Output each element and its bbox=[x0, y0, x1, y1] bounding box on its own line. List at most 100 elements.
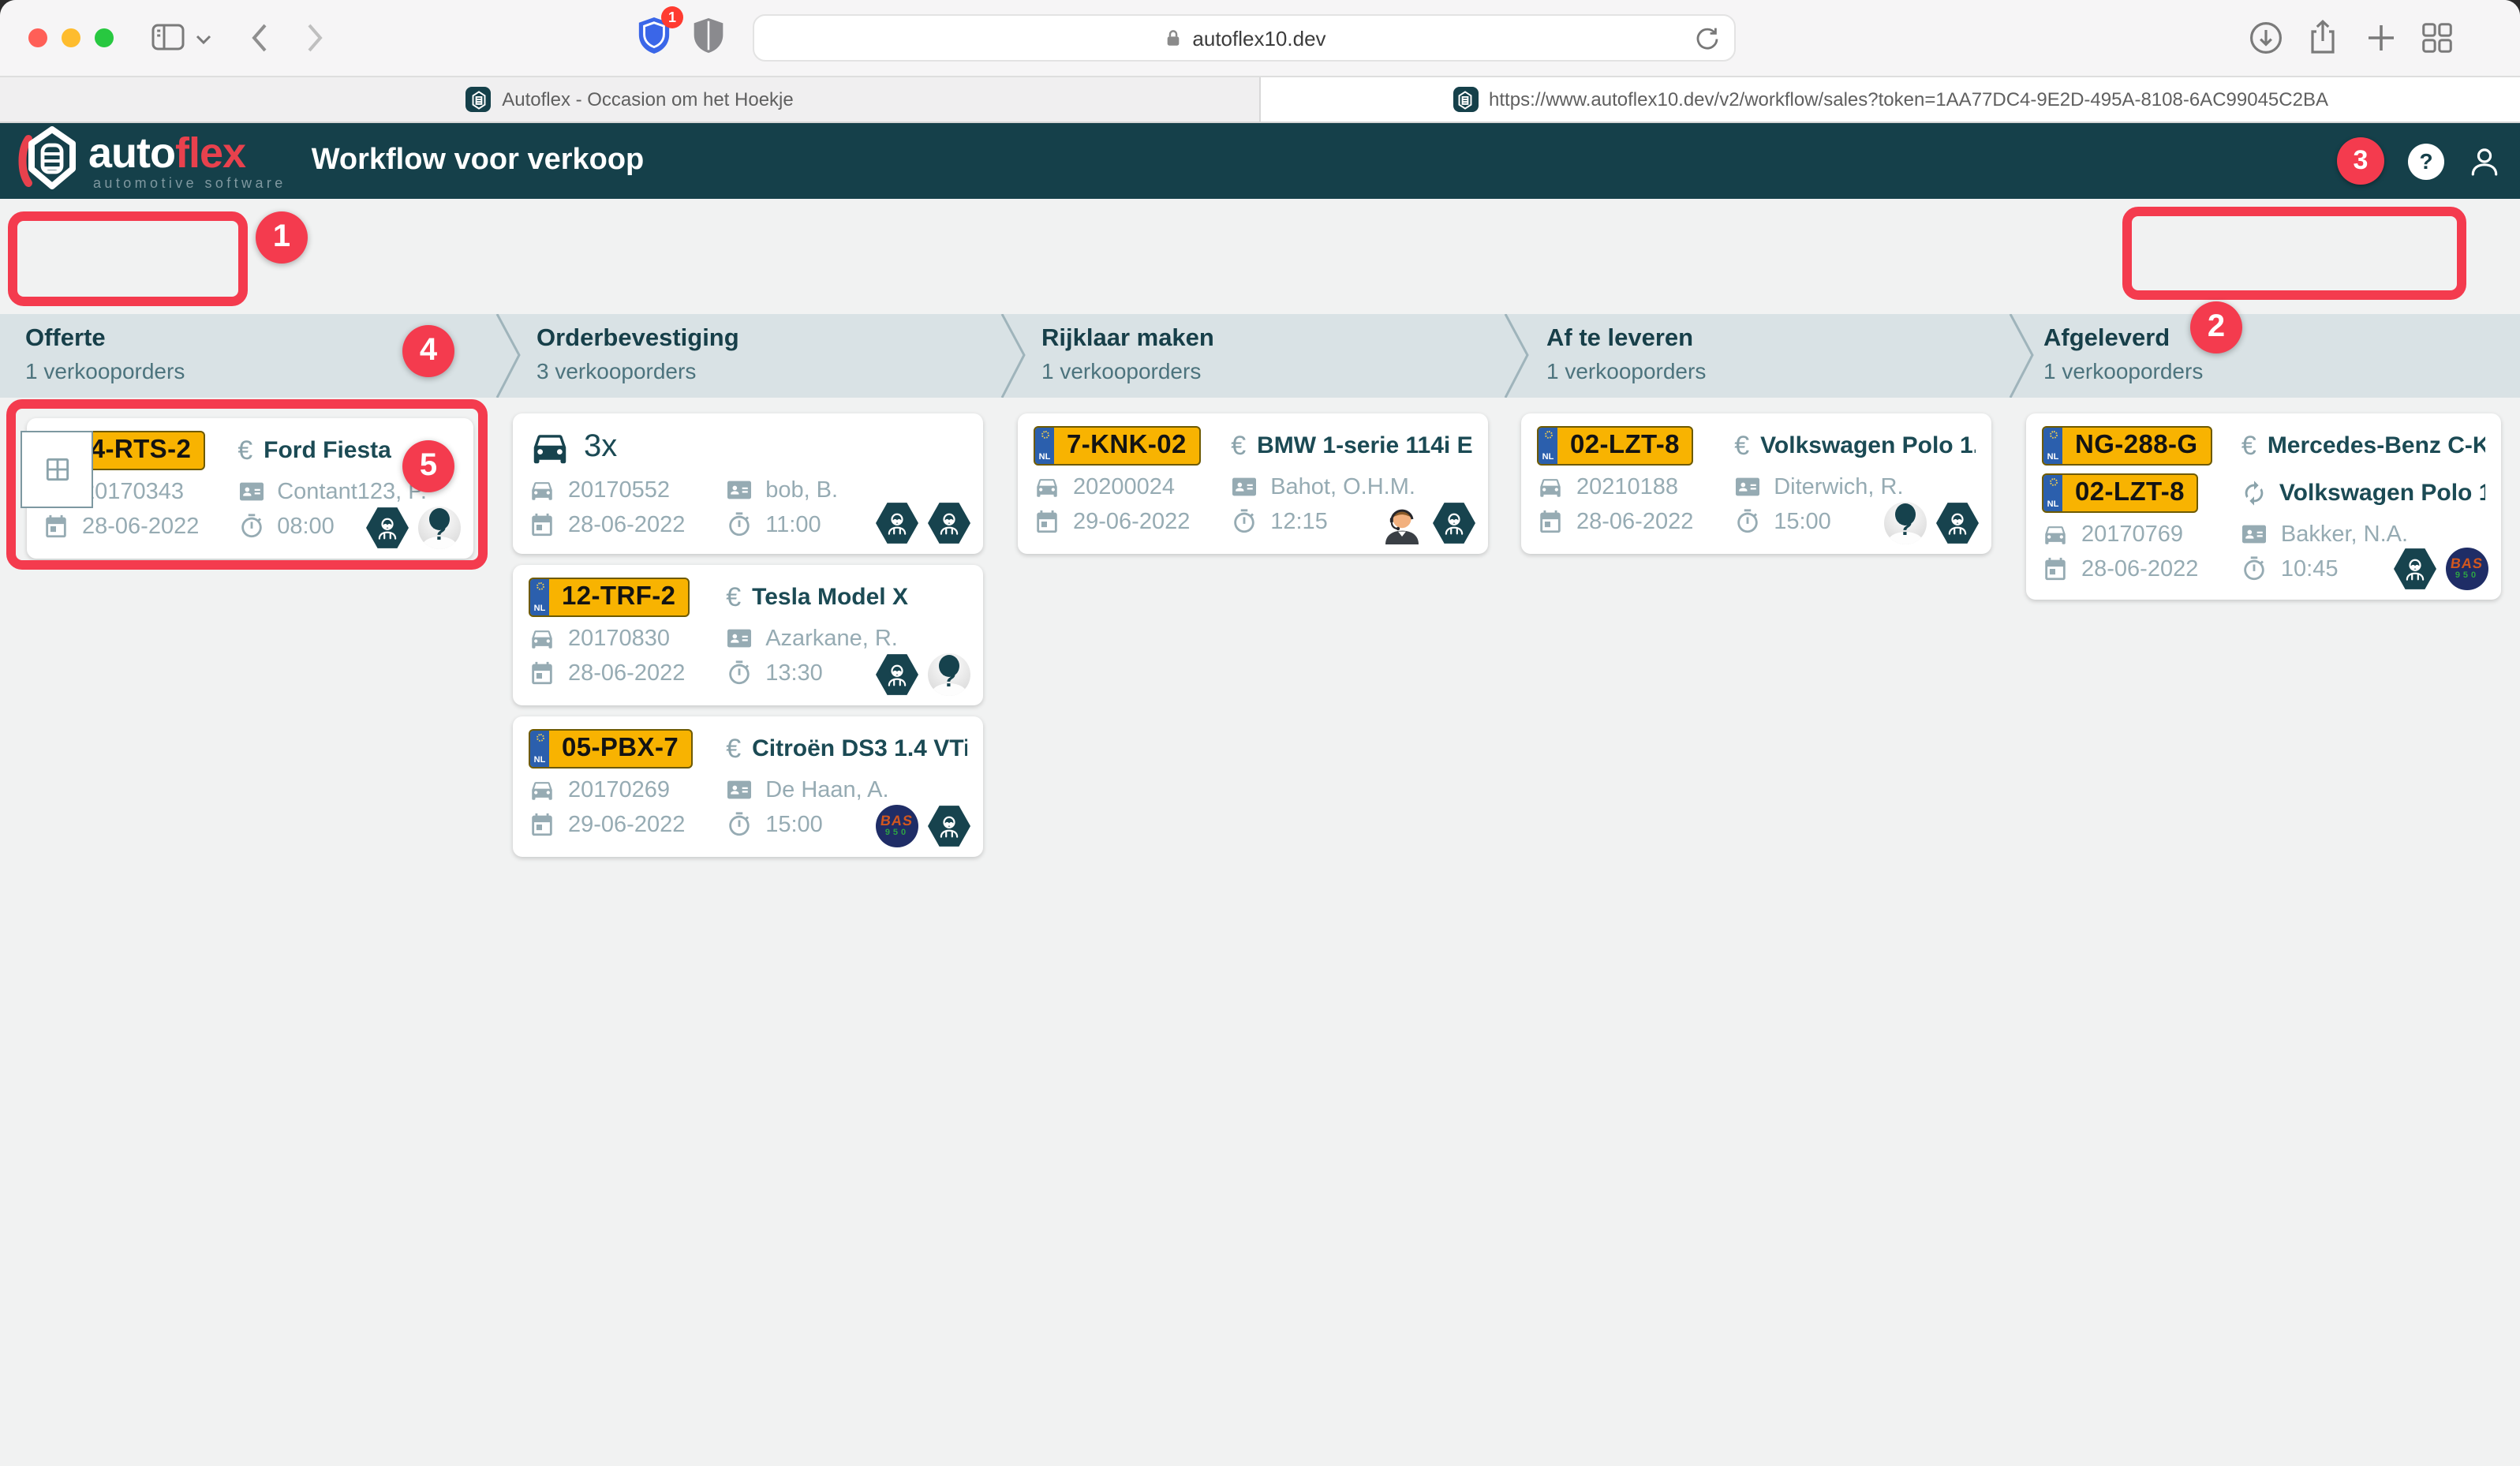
close-window-button[interactable] bbox=[28, 28, 47, 47]
annotation-5: 5 bbox=[402, 440, 454, 492]
customer-name: Diterwich, R. bbox=[1774, 474, 1903, 499]
customer-name: bob, B. bbox=[765, 477, 838, 503]
reload-icon[interactable] bbox=[1693, 25, 1720, 52]
logo-tagline: automotive software bbox=[93, 176, 286, 190]
planned-date: 28-06-2022 bbox=[82, 514, 199, 539]
customer-name: Bahot, O.H.M. bbox=[1270, 474, 1415, 499]
order-number: 20200024 bbox=[1073, 474, 1175, 499]
unknown-user-badge-icon: ? bbox=[1884, 502, 1927, 544]
employee-badge-icon bbox=[2394, 548, 2436, 590]
downloads-button[interactable] bbox=[2247, 19, 2285, 57]
planned-time: 10:45 bbox=[2281, 556, 2339, 582]
vehicle-model: Tesla Model X bbox=[752, 584, 908, 611]
column-header-offerte: Offerte1 verkooporders bbox=[25, 325, 185, 383]
planned-time: 15:00 bbox=[1774, 509, 1831, 534]
autoflex-logo-icon bbox=[16, 126, 88, 196]
privacy-shield-icon[interactable] bbox=[691, 16, 726, 55]
employee-badge-icon bbox=[876, 502, 918, 544]
order-card-mercedes-trade[interactable]: NLNG-288-G €Mercedes-Benz C-KL… NL02-LZT… bbox=[2026, 413, 2501, 600]
annotation-1: 1 bbox=[256, 211, 308, 264]
vehicle-model: Volkswagen Polo 1.2 … bbox=[2279, 480, 2485, 507]
notification-badge[interactable]: 3 bbox=[2337, 137, 2384, 185]
license-plate: NL12-TRF-2 bbox=[529, 578, 690, 617]
calendar-icon bbox=[529, 660, 555, 686]
card-badges: ? bbox=[876, 653, 970, 696]
url-text: autoflex10.dev bbox=[1192, 26, 1325, 50]
car-icon bbox=[1034, 473, 1060, 500]
minimize-window-button[interactable] bbox=[62, 28, 80, 47]
user-icon[interactable] bbox=[2468, 144, 2501, 178]
employee-badge-icon bbox=[1936, 502, 1979, 544]
order-card-ford-fiesta[interactable]: NL04-RTS-2 €Ford Fiesta 20170343 Contant… bbox=[27, 418, 473, 559]
calendar-icon bbox=[1537, 508, 1564, 535]
browser-window: 1 autoflex10.dev Autoflex - Occasion om … bbox=[0, 0, 2520, 1466]
lock-icon bbox=[1162, 27, 1183, 49]
trade-in-icon bbox=[2241, 480, 2268, 507]
eu-stars-icon bbox=[1041, 431, 1049, 439]
planned-time: 12:15 bbox=[1270, 509, 1328, 534]
chevron-down-icon[interactable] bbox=[196, 35, 211, 44]
workflow-toolbar: 7 verkooporders Iedereen bbox=[0, 199, 2520, 314]
license-plate: NL05-PBX-7 bbox=[529, 729, 693, 769]
customer-name: Azarkane, R. bbox=[765, 626, 898, 651]
forward-button[interactable] bbox=[306, 22, 325, 54]
customer-icon bbox=[726, 776, 753, 803]
car-icon bbox=[1537, 473, 1564, 500]
grid-2x2-icon bbox=[42, 454, 72, 484]
autoflex-favicon bbox=[1453, 87, 1478, 112]
time-icon bbox=[1734, 508, 1761, 535]
kanban-board: NL04-RTS-2 €Ford Fiesta 20170343 Contant… bbox=[0, 398, 2520, 1466]
tab-overview-button[interactable] bbox=[2419, 19, 2455, 57]
order-card-bmw-1serie[interactable]: NL7-KNK-02 €BMW 1-serie 114i Effi… 20200… bbox=[1018, 413, 1488, 554]
vehicle-model: Ford Fiesta bbox=[264, 437, 391, 464]
eu-stars-icon bbox=[536, 734, 544, 742]
column-header-rijklaar-maken: Rijklaar maken1 verkooporders bbox=[1041, 325, 1214, 383]
order-card-citroen-ds3[interactable]: NL05-PBX-7 €Citroën DS3 1.4 VTi C… 20170… bbox=[513, 716, 983, 857]
address-bar[interactable]: autoflex10.dev bbox=[753, 14, 1736, 62]
time-icon bbox=[726, 811, 753, 838]
new-tab-button[interactable] bbox=[2364, 19, 2398, 57]
order-number: 20170830 bbox=[568, 626, 670, 651]
car-icon bbox=[529, 625, 555, 652]
share-button[interactable] bbox=[2305, 19, 2340, 57]
column-separator-chevron bbox=[1000, 314, 1032, 398]
column-header-orderbevestiging: Orderbevestiging3 verkooporders bbox=[537, 325, 739, 383]
tab-occasion[interactable]: Autoflex - Occasion om het Hoekje bbox=[0, 77, 1261, 122]
customer-icon bbox=[1231, 473, 1258, 500]
time-icon bbox=[2241, 555, 2268, 582]
time-icon bbox=[1231, 508, 1258, 535]
car-icon bbox=[2042, 521, 2069, 548]
autoflex-logo: autoflex automotive software bbox=[16, 126, 286, 196]
card-badges bbox=[1381, 502, 1475, 544]
plate-nl-band: NL bbox=[530, 731, 549, 767]
order-card-group-3x[interactable]: 3x 20170552 bob, B. 28-06-2022 11:00 bbox=[513, 413, 983, 554]
time-icon bbox=[726, 511, 753, 538]
planned-time: 11:00 bbox=[765, 512, 821, 537]
license-plate: NL7-KNK-02 bbox=[1034, 426, 1201, 466]
vehicle-model: Citroën DS3 1.4 VTi C… bbox=[752, 735, 967, 762]
card-badges bbox=[876, 502, 970, 544]
sidebar-icon[interactable] bbox=[151, 24, 185, 50]
plate-nl-band: NL bbox=[2043, 475, 2062, 511]
order-number: 20170769 bbox=[2081, 522, 2183, 547]
order-number: 20170552 bbox=[568, 477, 670, 503]
tab-workflow-active[interactable]: https://www.autoflex10.dev/v2/workflow/s… bbox=[1261, 77, 2520, 122]
planned-date: 28-06-2022 bbox=[568, 512, 685, 537]
column-header-afgeleverd: Afgeleverd1 verkooporders bbox=[2043, 325, 2203, 383]
unknown-user-badge-icon: ? bbox=[928, 653, 970, 696]
car-icon bbox=[529, 477, 555, 503]
zoom-window-button[interactable] bbox=[95, 28, 114, 47]
browser-toolbar: 1 autoflex10.dev bbox=[0, 0, 2520, 76]
bas-logo-badge-icon: BAS950 bbox=[2446, 548, 2488, 590]
employee-badge-icon bbox=[928, 502, 970, 544]
back-button[interactable] bbox=[249, 22, 268, 54]
order-card-vw-polo[interactable]: NL02-LZT-8 €Volkswagen Polo 1.2 … 202101… bbox=[1521, 413, 1991, 554]
planned-date: 29-06-2022 bbox=[568, 812, 685, 837]
column-separator-chevron bbox=[2009, 314, 2040, 398]
order-number: 20170343 bbox=[82, 479, 184, 504]
view-columns-button[interactable] bbox=[21, 431, 93, 508]
help-button[interactable]: ? bbox=[2408, 143, 2444, 179]
order-card-tesla-model-x[interactable]: NL12-TRF-2 €Tesla Model X 20170830 Azark… bbox=[513, 565, 983, 705]
extension-shield-icon[interactable]: 1 bbox=[636, 16, 672, 55]
customer-name: Contant123, P. bbox=[277, 479, 427, 504]
